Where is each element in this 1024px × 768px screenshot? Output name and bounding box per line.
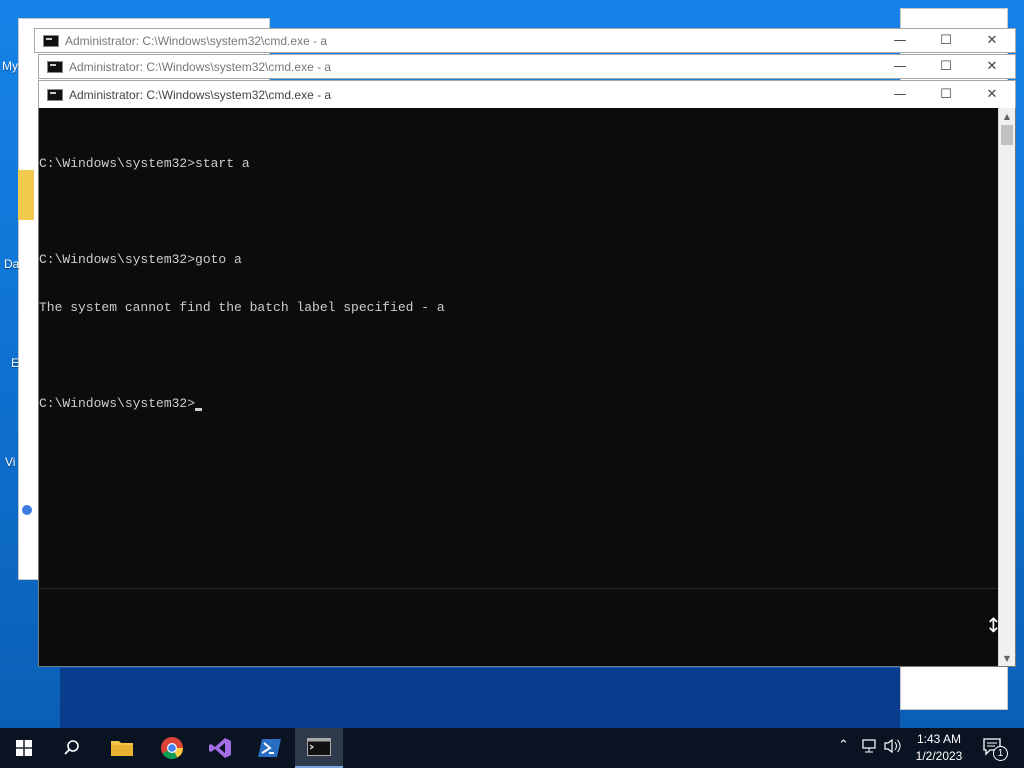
vertical-scrollbar[interactable]: ▲ ▼: [998, 108, 1015, 666]
console-line: The system cannot find the batch label s…: [39, 300, 445, 315]
desktop-icon-yellow[interactable]: [18, 170, 34, 220]
cmd-window-2-titlebar[interactable]: Administrator: C:\Windows\system32\cmd.e…: [38, 54, 1016, 79]
desktop-icon-label[interactable]: Vi: [5, 455, 15, 469]
text-cursor: [195, 408, 203, 411]
desktop-icon-label[interactable]: My: [2, 59, 18, 73]
minimize-button[interactable]: —: [877, 29, 923, 52]
start-button[interactable]: [0, 728, 48, 768]
console-divider: [39, 588, 999, 589]
command-prompt-icon: [307, 738, 331, 756]
clock-time[interactable]: 1:43 AM: [910, 732, 968, 746]
close-button[interactable]: ✕: [969, 55, 1015, 78]
visual-studio-icon: [209, 738, 231, 758]
close-button[interactable]: ✕: [969, 29, 1015, 52]
maximize-button[interactable]: ☐: [923, 55, 969, 78]
minimize-button[interactable]: —: [877, 81, 923, 108]
search-icon: [64, 740, 79, 755]
scroll-up-arrow-icon[interactable]: ▲: [999, 108, 1015, 124]
powershell-icon: [258, 739, 281, 757]
file-explorer-button[interactable]: [98, 728, 146, 768]
close-button[interactable]: ✕: [969, 81, 1015, 108]
minimize-button[interactable]: —: [877, 55, 923, 78]
chrome-button[interactable]: [148, 728, 196, 768]
desktop-icon-dot[interactable]: [22, 505, 32, 515]
cmd-icon: [47, 88, 63, 101]
network-icon[interactable]: [862, 738, 880, 759]
notification-count-badge: 1: [993, 746, 1008, 761]
maximize-button[interactable]: ☐: [923, 29, 969, 52]
scroll-thumb[interactable]: [1001, 125, 1013, 145]
notification-center-button[interactable]: 1: [980, 736, 1010, 761]
background-window-navy: [60, 668, 900, 728]
visual-studio-button[interactable]: [196, 728, 244, 768]
window-title: Administrator: C:\Windows\system32\cmd.e…: [69, 87, 332, 102]
console-area[interactable]: C:\Windows\system32>start a C:\Windows\s…: [38, 108, 1016, 667]
desktop-icon-label[interactable]: E: [11, 356, 19, 370]
windows-logo-icon: [16, 740, 32, 756]
cmd-window-3-titlebar[interactable]: Administrator: C:\Windows\system32\cmd.e…: [38, 80, 1016, 109]
console-prompt: C:\Windows\system32>: [39, 396, 196, 411]
command-prompt-button[interactable]: [295, 728, 343, 768]
console-line: C:\Windows\system32>goto a: [39, 252, 242, 267]
cmd-icon: [47, 60, 63, 73]
chrome-icon: [161, 737, 183, 759]
clock-date[interactable]: 1/2/2023: [910, 749, 968, 763]
window-title: Administrator: C:\Windows\system32\cmd.e…: [69, 59, 332, 74]
desktop-icon-label[interactable]: Da: [4, 257, 19, 271]
scroll-down-arrow-icon[interactable]: ▼: [999, 650, 1015, 666]
console-output: C:\Windows\system32>start a C:\Windows\s…: [39, 124, 445, 444]
window-title: Administrator: C:\Windows\system32\cmd.e…: [65, 33, 328, 48]
console-line: C:\Windows\system32>start a: [39, 156, 250, 171]
taskbar: ⌃ 1:43 AM 1/2/2023 1: [0, 728, 1024, 768]
console-prompt-line: C:\Windows\system32>: [39, 396, 445, 412]
folder-icon: [111, 741, 133, 756]
show-hidden-icons-chevron-icon[interactable]: ⌃: [838, 738, 849, 753]
powershell-button[interactable]: [246, 728, 294, 768]
maximize-button[interactable]: ☐: [923, 81, 969, 108]
cmd-window-1-titlebar[interactable]: Administrator: C:\Windows\system32\cmd.e…: [34, 28, 1016, 53]
search-button[interactable]: [48, 728, 96, 768]
volume-icon[interactable]: [884, 738, 902, 759]
cmd-icon: [43, 34, 59, 47]
